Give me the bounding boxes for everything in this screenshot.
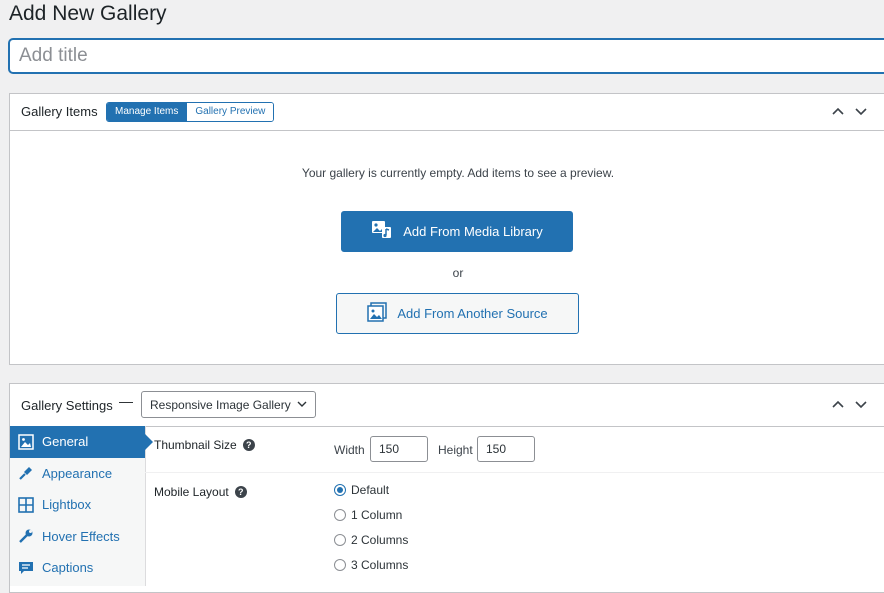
nav-item-label: Appearance (42, 465, 113, 481)
grid-icon (18, 496, 34, 513)
row-divider (145, 472, 884, 473)
gallery-settings-box: Gallery Settings — Responsive Image Gall… (9, 383, 884, 593)
radio-label: 3 Columns (351, 558, 409, 572)
radio-label: 2 Columns (351, 533, 409, 547)
caption-icon (18, 560, 34, 576)
thumbnail-size-label: Thumbnail Size ? (154, 438, 255, 452)
nav-item-label: Captions (42, 560, 94, 576)
radio-button[interactable] (334, 534, 346, 546)
mobile-layout-option-1-column[interactable]: 1 Column (334, 508, 402, 522)
help-icon[interactable]: ? (234, 486, 247, 498)
nav-item-captions[interactable]: Captions (10, 552, 145, 584)
nav-item-appearance[interactable]: Appearance (10, 458, 145, 490)
nav-item-label: General (42, 434, 89, 450)
add-from-another-source-button[interactable]: Add From Another Source (336, 293, 579, 334)
gallery-items-tabs: Manage Items Gallery Preview (106, 102, 275, 122)
tab-manage-items[interactable]: Manage Items (107, 103, 187, 121)
mobile-layout-text: Mobile Layout (154, 485, 229, 499)
radio-button[interactable] (334, 484, 346, 496)
template-select[interactable]: Responsive Image Gallery (141, 391, 316, 418)
gallery-settings-header: Gallery Settings — Responsive Image Gall… (10, 384, 884, 427)
tab-gallery-preview[interactable]: Gallery Preview (186, 103, 274, 121)
radio-label: 1 Column (351, 508, 403, 522)
nav-item-label: Lightbox (42, 497, 92, 513)
title-dash: — (119, 393, 133, 409)
mobile-layout-option-2-columns[interactable]: 2 Columns (334, 533, 408, 547)
empty-gallery-message: Your gallery is currently empty. Add ite… (301, 166, 615, 180)
add-from-another-source-label: Add From Another Source (397, 306, 548, 321)
chevron-down-icon (297, 398, 307, 412)
gallery-items-header: Gallery Items Manage Items Gallery Previ… (10, 94, 884, 131)
template-select-value: Responsive Image Gallery (150, 397, 291, 412)
gallery-items-title: Gallery Items (21, 104, 98, 119)
nav-item-hover-effects[interactable]: Hover Effects (10, 521, 145, 553)
page-title: Add New Gallery (9, 2, 167, 25)
radio-button[interactable] (334, 559, 346, 571)
or-separator: or (452, 266, 464, 280)
gallery-icon (367, 302, 388, 325)
radio-label: Default (351, 483, 390, 497)
help-icon[interactable]: ? (242, 439, 255, 451)
settings-nav: General Appearance Lightbox Hover Effect… (10, 426, 153, 586)
thumbnail-size-text: Thumbnail Size (154, 438, 237, 452)
nav-item-label: Hover Effects (42, 528, 120, 544)
add-from-media-library-button[interactable]: Add From Media Library (341, 211, 573, 252)
radio-button[interactable] (334, 509, 346, 521)
title-input[interactable] (9, 39, 884, 73)
image-icon (18, 434, 34, 450)
nav-item-general[interactable]: General (10, 426, 153, 458)
media-library-icon (371, 220, 393, 243)
add-from-media-library-label: Add From Media Library (403, 224, 543, 239)
gallery-items-box: Gallery Items Manage Items Gallery Previ… (9, 93, 884, 365)
thumbnail-height-input[interactable] (477, 436, 535, 462)
thumbnail-width-input[interactable] (370, 436, 428, 462)
nav-item-lightbox[interactable]: Lightbox (10, 489, 145, 521)
chevron-up-icon[interactable] (830, 103, 846, 119)
height-label: Height (438, 443, 473, 457)
wrench-icon (18, 528, 34, 544)
width-label: Width (334, 443, 365, 457)
mobile-layout-label: Mobile Layout ? (154, 485, 247, 499)
chevron-down-icon[interactable] (853, 396, 869, 412)
mobile-layout-option-default[interactable]: Default (334, 483, 389, 497)
brush-icon (18, 465, 34, 481)
mobile-layout-option-3-columns[interactable]: 3 Columns (334, 558, 408, 572)
gallery-settings-title: Gallery Settings (21, 398, 113, 413)
chevron-down-icon[interactable] (853, 103, 869, 119)
chevron-up-icon[interactable] (830, 396, 846, 412)
